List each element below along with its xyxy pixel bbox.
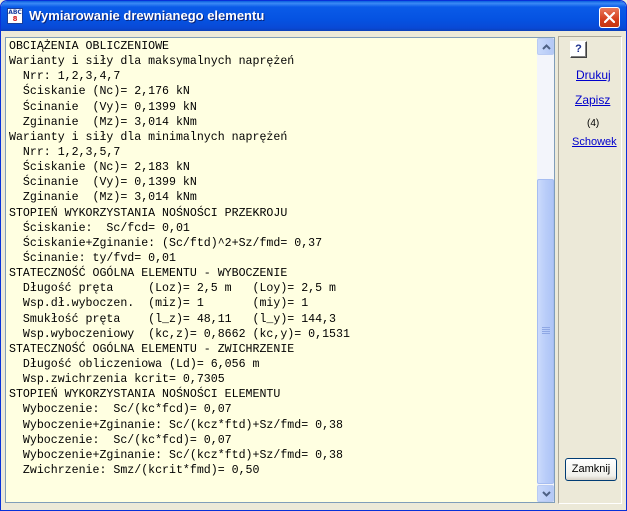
save-link[interactable]: Zapisz — [575, 93, 610, 107]
report-line: STATECZNOŚĆ OGÓLNA ELEMENTU - ZWICHRZENI… — [9, 342, 295, 356]
report-line: Wsp.dł.wyboczen. (miz)= 1 (miy)= 1 — [9, 297, 309, 311]
report-line: Wyboczenie+Zginanie: Sc/(kcz*ftd)+Sz/fmd… — [9, 448, 343, 462]
report-line: Wyboczenie+Zginanie: Sc/(kcz*ftd)+Sz/fmd… — [9, 418, 343, 432]
report-line: Ściskanie: Sc/fcd= 0,01 — [9, 221, 190, 235]
main-window: ABC 8 Wymiarowanie drewnianego elementu … — [0, 0, 627, 511]
report-text-area[interactable]: OBCIĄŻENIA OBLICZENIOWE Warianty i siły d… — [6, 38, 537, 502]
report-line: Ścinanie: ty/fvd= 0,01 — [9, 251, 176, 265]
report-line: Smukłość pręta (l_z)= 48,11 (l_y)= 144,3 — [9, 312, 336, 326]
report-line: OBCIĄŻENIA OBLICZENIOWE — [9, 40, 170, 53]
chevron-up-icon — [542, 44, 551, 50]
report-line: Ścinanie (Vy)= 0,1399 kN — [9, 100, 197, 114]
report-line: Zwichrzenie: Smz/(kcrit*fmd)= 0,50 — [9, 463, 260, 477]
clipboard-link[interactable]: Schowek — [572, 136, 617, 148]
report-frame: OBCIĄŻENIA OBLICZENIOWE Warianty i siły d… — [5, 37, 555, 503]
help-button[interactable]: ? — [570, 41, 587, 58]
side-panel: ? Drukuj Zapisz (4) Schowek Zamknij — [558, 36, 622, 504]
thumb-grip — [542, 331, 550, 332]
vertical-scrollbar[interactable] — [537, 38, 554, 502]
print-link[interactable]: Drukuj — [576, 68, 611, 82]
abc-app-icon[interactable]: ABC 8 — [7, 8, 23, 24]
report-line: Zginanie (Mz)= 3,014 kNm — [9, 115, 197, 129]
report-line: Ściskanie (Nc)= 2,176 kN — [9, 85, 190, 99]
report-line: Ściskanie+Zginanie: (Sc/ftd)^2+Sz/fmd= 0… — [9, 236, 323, 250]
scroll-down-button[interactable] — [537, 485, 554, 502]
report-line: Wyboczenie: Sc/(kc*fcd)= 0,07 — [9, 403, 232, 417]
report-line: Zginanie (Mz)= 3,014 kNm — [9, 191, 197, 205]
scroll-thumb[interactable] — [537, 179, 554, 484]
report-line: Długość obliczeniowa (Ld)= 6,056 m — [9, 357, 260, 371]
close-window-button[interactable] — [599, 7, 620, 28]
chevron-down-icon — [542, 491, 551, 497]
report-line: Długość pręta (Loz)= 2,5 m (Loy)= 2,5 m — [9, 282, 336, 296]
thumb-grip — [542, 329, 550, 330]
title-bar[interactable]: ABC 8 Wymiarowanie drewnianego elementu — [1, 1, 626, 31]
thumb-grip — [542, 327, 550, 328]
report-line: Ściskanie (Nc)= 2,183 kN — [9, 161, 190, 175]
report-line: Nrr: 1,2,3,5,7 — [9, 145, 121, 159]
window-title: Wymiarowanie drewnianego elementu — [29, 8, 265, 23]
report-line: Wyboczenie: Sc/(kc*fcd)= 0,07 — [9, 433, 232, 447]
report-line: Wsp.zwichrzenia kcrit= 0,7305 — [9, 373, 225, 387]
close-button[interactable]: Zamknij — [565, 458, 617, 481]
report-line: STOPIEŃ WYKORZYSTANIA NOŚNOŚCI PRZEKROJU — [9, 206, 288, 220]
report-line: STOPIEŃ WYKORZYSTANIA NOŚNOŚCI ELEMENTU — [9, 388, 281, 402]
close-icon — [604, 12, 615, 23]
report-line: STATECZNOŚĆ OGÓLNA ELEMENTU - WYBOCZENIE — [9, 267, 288, 281]
report-line: Ścinanie (Vy)= 0,1399 kN — [9, 176, 197, 190]
report-line: Wsp.wyboczeniowy (kc,z)= 0,8662 (kc,y)= … — [9, 327, 350, 341]
scroll-up-button[interactable] — [537, 38, 554, 55]
clipboard-count: (4) — [587, 118, 600, 129]
thumb-grip — [542, 333, 550, 334]
report-line: Warianty i siły dla minimalnych naprężeń — [9, 130, 288, 144]
app-icon-text-bottom: 8 — [12, 15, 18, 23]
report-line: Warianty i siły dla maksymalnych napręże… — [9, 55, 295, 69]
report-line: Nrr: 1,2,3,4,7 — [9, 70, 121, 84]
